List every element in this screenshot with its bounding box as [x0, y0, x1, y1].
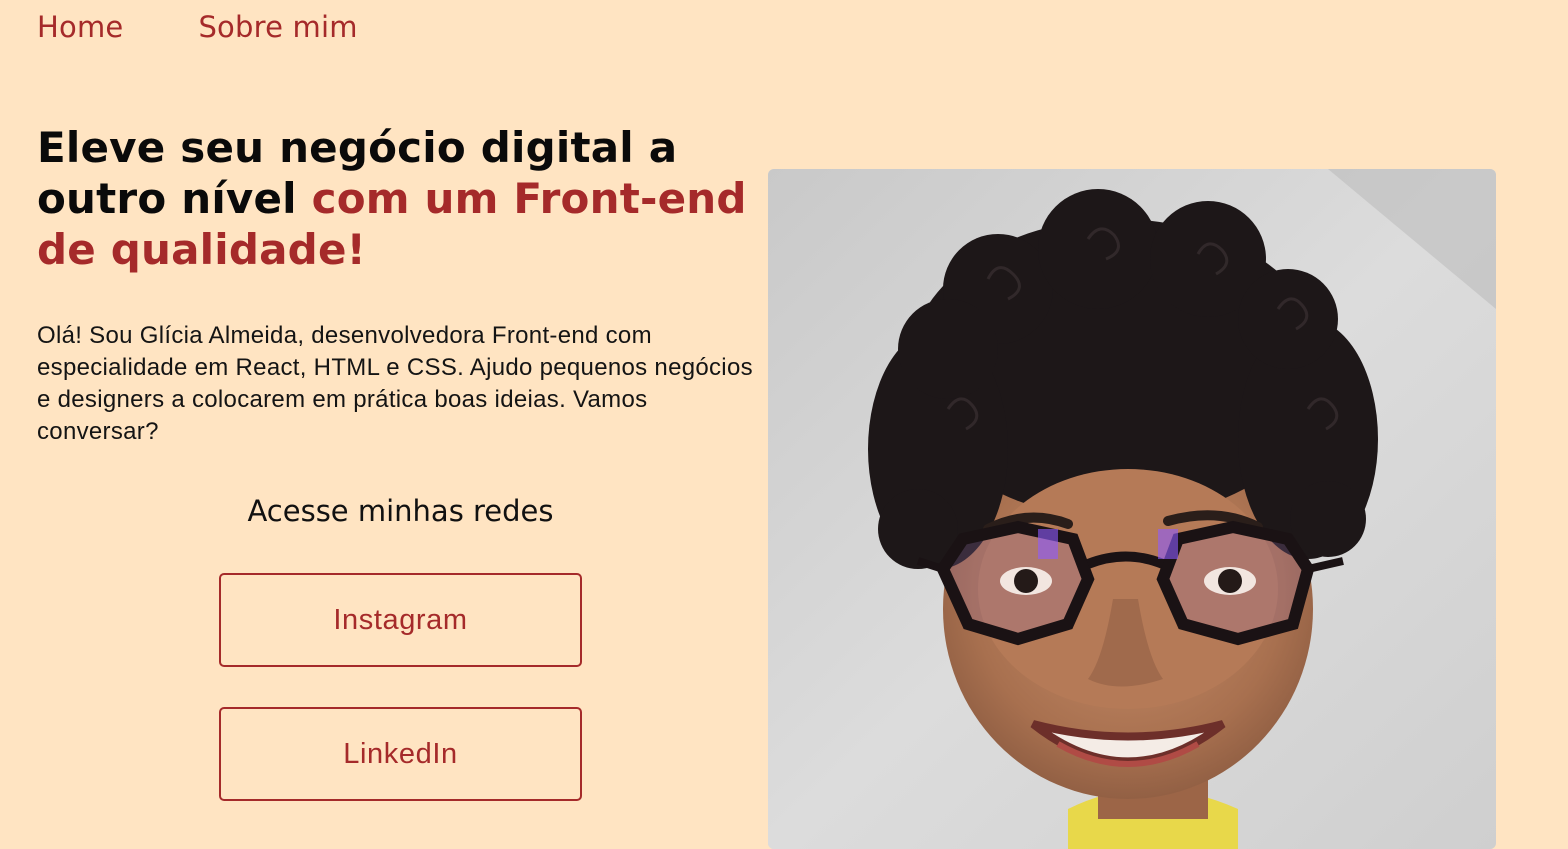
hero-intro: Olá! Sou Glícia Almeida, desenvolvedora … — [37, 322, 753, 445]
main-nav: Home Sobre mim — [37, 10, 358, 44]
instagram-button[interactable]: Instagram — [219, 573, 582, 667]
nav-about-link[interactable]: Sobre mim — [198, 10, 357, 44]
linkedin-button[interactable]: LinkedIn — [219, 707, 582, 801]
nav-home-link[interactable]: Home — [37, 10, 123, 44]
hero-headline: Eleve seu negócio digital a outro nível … — [37, 122, 757, 275]
profile-photo-illustration — [768, 169, 1496, 849]
profile-photo — [768, 169, 1496, 849]
social-title: Acesse minhas redes — [247, 494, 554, 528]
